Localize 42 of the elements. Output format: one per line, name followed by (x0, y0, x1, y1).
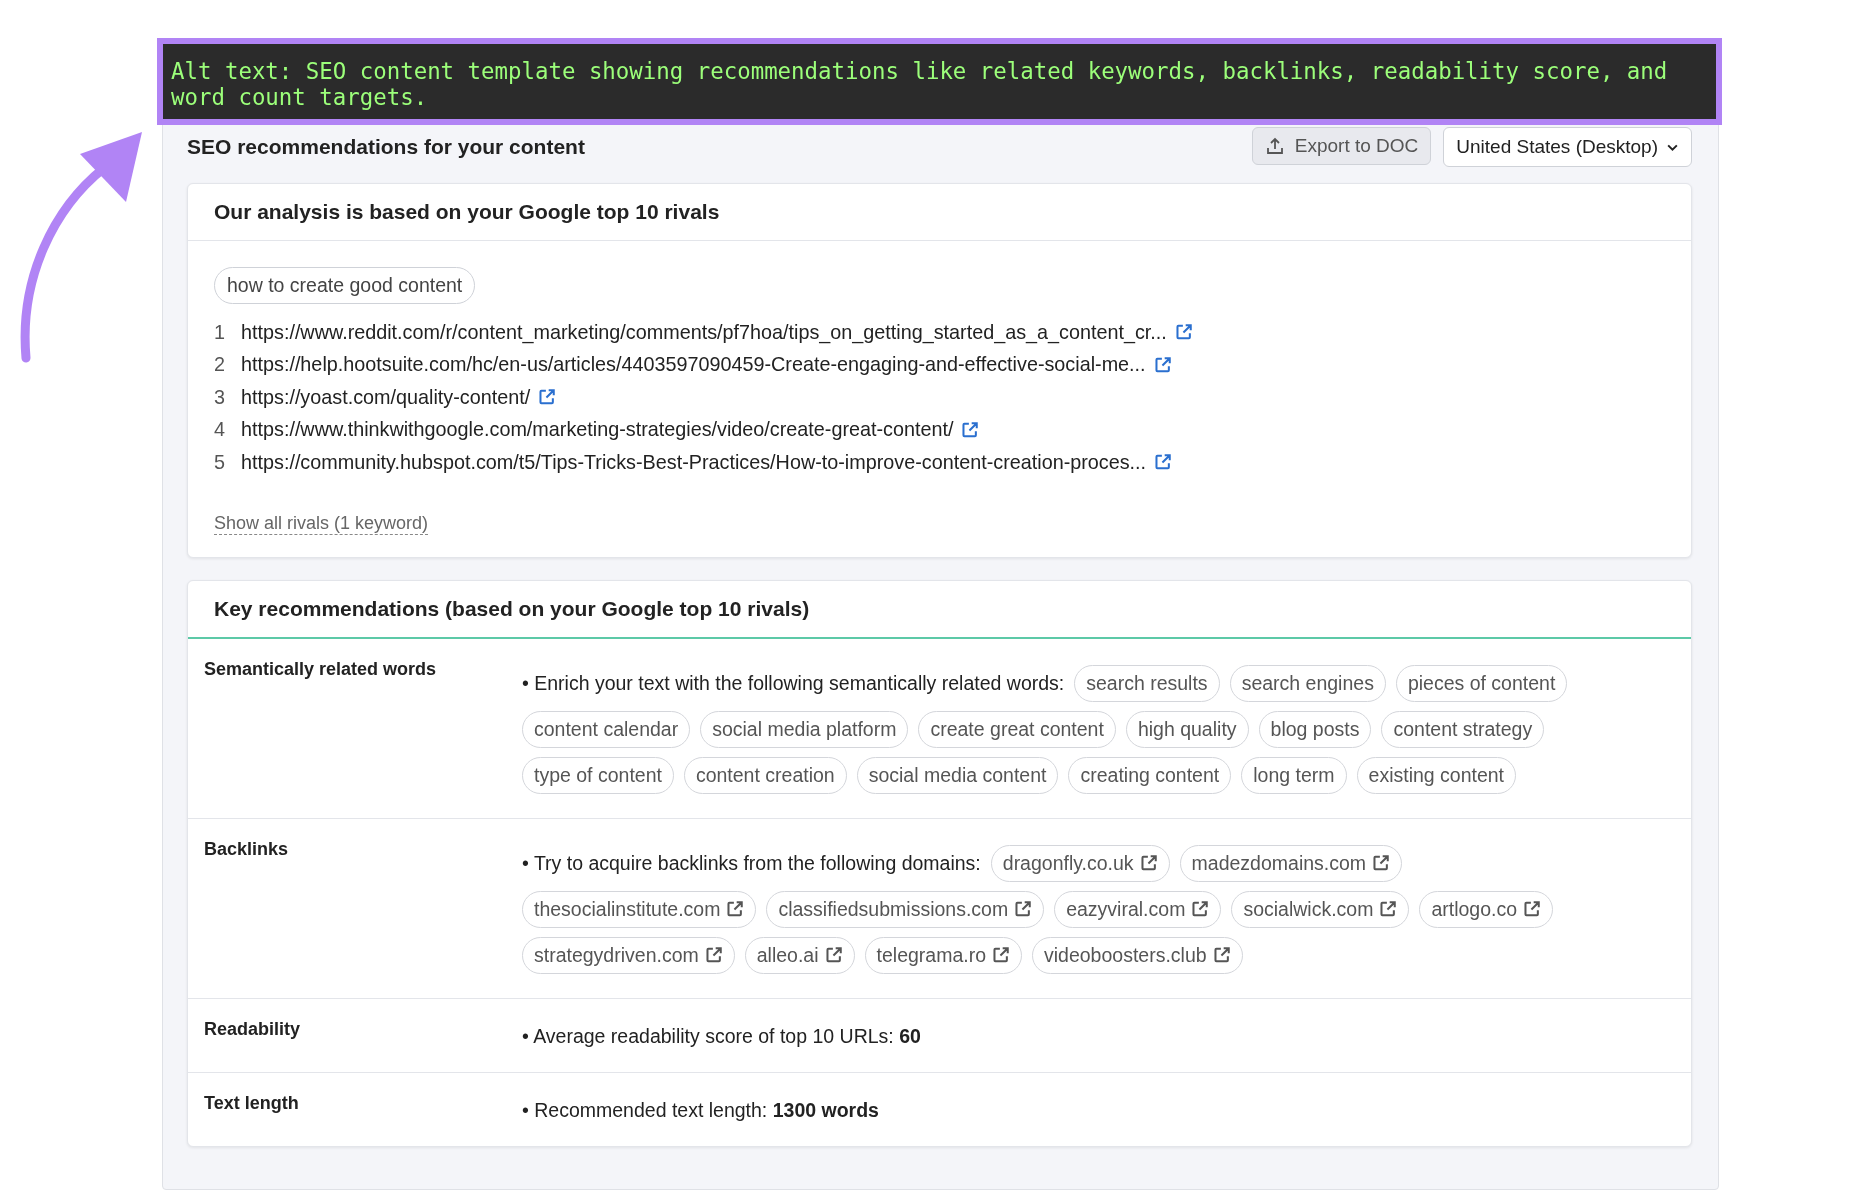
external-link-icon[interactable] (1139, 854, 1158, 872)
external-link-icon[interactable] (1014, 900, 1033, 918)
section-title: SEO recommendations for your content (187, 135, 585, 159)
card-title: Key recommendations (based on your Google top 10 rivals) (188, 580, 1691, 639)
export-button[interactable]: Export to DOC (1251, 127, 1432, 165)
external-link-icon[interactable] (726, 900, 745, 918)
row-label: Semantically related words (204, 658, 438, 681)
external-link-icon[interactable] (992, 946, 1010, 964)
region-dropdown[interactable]: United States (Desktop) (1443, 127, 1692, 167)
show-all-link[interactable]: Show all rivals (1 keyword) (214, 512, 429, 535)
rank-number: 1 (214, 320, 226, 344)
rank-number: 2 (214, 353, 226, 377)
rival-url[interactable]: https://www.thinkwithgoogle.com/marketing-strategies/video/create-great-content/ (241, 418, 954, 442)
external-link-icon[interactable] (1523, 900, 1542, 918)
rival-url[interactable]: https://community.hubspot.com/t5/Tips-Tricks-Best-Practices/How-to-improve-content-creation-proces... (241, 450, 1147, 474)
upload-icon (1264, 136, 1285, 156)
external-link-icon[interactable] (704, 946, 723, 964)
rank-number: 4 (214, 418, 226, 442)
external-link-icon[interactable] (961, 420, 980, 439)
recommendation-text: • Enrich your text with the following semantically related words: (522, 671, 1065, 695)
recommendation-text: • Try to acquire backlinks from the following domains: (522, 851, 981, 875)
external-link-icon[interactable] (1372, 854, 1391, 872)
rival-url[interactable]: https://help.hootsuite.com/hc/en-us/articles/4403597090459-Create-engaging-and-effective-social-me... (241, 353, 1146, 377)
row-label: Backlinks (204, 838, 290, 861)
recommendation-text: • Recommended text length: 1300 words (522, 1098, 879, 1122)
external-link-icon[interactable] (538, 388, 557, 407)
rival-url[interactable]: https://www.reddit.com/r/content_marketing/comments/pf7hoa/tips_on_getting_started_as_a_content_cr... (241, 320, 1167, 344)
alt-text-annotation: Alt text: SEO content template showing recommendations like related keywords, backlinks, readability score, and word count targets. (157, 38, 1722, 125)
external-link-icon[interactable] (1154, 453, 1173, 472)
external-link-icon[interactable] (1212, 946, 1231, 964)
external-link-icon[interactable] (1191, 900, 1210, 918)
external-link-icon[interactable] (1379, 900, 1398, 918)
rank-number: 3 (214, 385, 226, 409)
row-label: Readability (204, 1018, 302, 1041)
external-link-icon[interactable] (824, 946, 843, 964)
external-link-icon[interactable] (1153, 355, 1172, 374)
recommendation-text: • Average readability score of top 10 URLs: 60 (522, 1024, 921, 1048)
rank-number: 5 (214, 450, 226, 474)
row-label: Text length (204, 1092, 300, 1115)
rival-url[interactable]: https://yoast.com/quality-content/ (241, 385, 531, 409)
card-title: Our analysis is based on your Google top 10 rivals (188, 184, 1691, 241)
external-link-icon[interactable] (1174, 323, 1193, 342)
